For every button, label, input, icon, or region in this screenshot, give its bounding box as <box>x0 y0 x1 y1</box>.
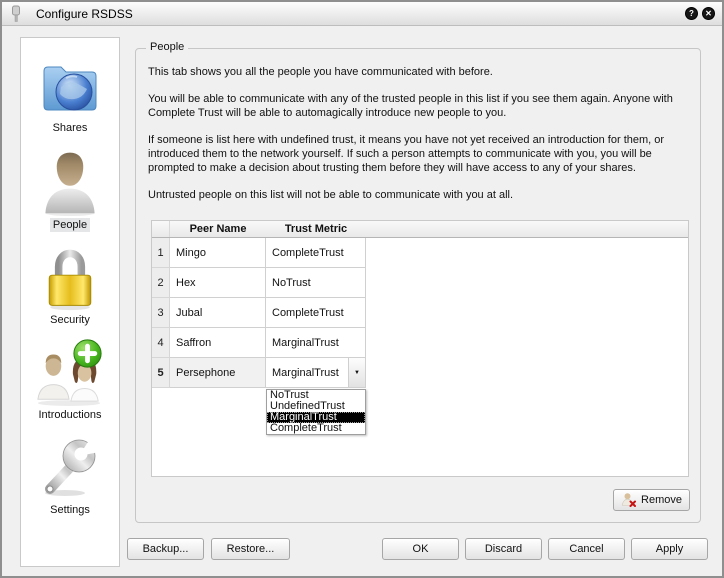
dropdown-option[interactable]: CompleteTrust <box>267 423 365 434</box>
trust-metric-cell[interactable]: MarginalTrust <box>266 328 366 358</box>
peer-name-cell[interactable]: Persephone <box>170 358 266 388</box>
window-icon <box>9 5 23 23</box>
wrench-icon <box>37 430 103 502</box>
sidebar-item-security[interactable]: Security <box>38 244 102 327</box>
remove-button-label: Remove <box>641 494 682 506</box>
sidebar-item-introductions[interactable]: Introductions <box>31 337 109 422</box>
trust-metric-cell[interactable]: CompleteTrust <box>266 298 366 328</box>
table-row[interactable]: 1 Mingo CompleteTrust <box>152 238 688 268</box>
peers-table[interactable]: Peer Name Trust Metric 1 Mingo CompleteT… <box>151 220 689 477</box>
sidebar-item-people[interactable]: People <box>37 147 103 232</box>
paragraph: This tab shows you all the people you ha… <box>148 65 686 79</box>
table-row[interactable]: 3 Jubal CompleteTrust <box>152 298 688 328</box>
groupbox-title: People <box>146 41 188 53</box>
column-header-peer-name[interactable]: Peer Name <box>170 221 266 237</box>
introduce-people-icon <box>31 337 109 407</box>
backup-button[interactable]: Backup... <box>127 538 204 560</box>
discard-button[interactable]: Discard <box>465 538 542 560</box>
category-sidebar: Shares People <box>20 37 120 567</box>
trust-metric-editor-cell: MarginalTrust ▼ <box>266 358 366 388</box>
sidebar-item-settings[interactable]: Settings <box>37 430 103 517</box>
table-row-selected[interactable]: 5 Persephone MarginalTrust ▼ <box>152 358 688 388</box>
combobox-value[interactable]: MarginalTrust <box>266 358 348 387</box>
peer-name-cell[interactable]: Mingo <box>170 238 266 268</box>
trust-metric-combobox[interactable]: MarginalTrust ▼ <box>266 358 365 387</box>
trust-metric-dropdown-list: NoTrust UndefinedTrust MarginalTrust Com… <box>266 389 366 435</box>
sidebar-item-label: Security <box>47 313 93 327</box>
trust-metric-cell[interactable]: NoTrust <box>266 268 366 298</box>
column-header-trust-metric[interactable]: Trust Metric <box>266 221 366 237</box>
ok-button[interactable]: OK <box>382 538 459 560</box>
people-groupbox: People This tab shows you all the people… <box>135 48 701 523</box>
configure-rsdss-window: Configure RSDSS ? ✕ <box>0 0 724 578</box>
close-button[interactable]: ✕ <box>702 7 715 20</box>
restore-button[interactable]: Restore... <box>211 538 290 560</box>
peer-name-cell[interactable]: Hex <box>170 268 266 298</box>
description-text: This tab shows you all the people you ha… <box>148 65 686 215</box>
peer-name-cell[interactable]: Saffron <box>170 328 266 358</box>
paragraph: You will be able to communicate with any… <box>148 92 686 120</box>
trust-metric-cell[interactable]: CompleteTrust <box>266 238 366 268</box>
peer-name-cell[interactable]: Jubal <box>170 298 266 328</box>
sidebar-item-label: Shares <box>50 121 91 135</box>
row-number[interactable]: 1 <box>152 238 170 268</box>
row-number[interactable]: 5 <box>152 358 170 388</box>
sidebar-item-label: Settings <box>47 503 93 517</box>
combobox-dropdown-button[interactable]: ▼ <box>348 358 365 387</box>
paragraph: If someone is list here with undefined t… <box>148 133 686 175</box>
table-header: Peer Name Trust Metric <box>152 221 688 238</box>
window-title: Configure RSDSS <box>36 7 133 21</box>
table-row[interactable]: 2 Hex NoTrust <box>152 268 688 298</box>
row-number[interactable]: 4 <box>152 328 170 358</box>
table-row[interactable]: 4 Saffron MarginalTrust <box>152 328 688 358</box>
help-button[interactable]: ? <box>685 7 698 20</box>
remove-person-icon <box>621 492 637 508</box>
header-corner <box>152 221 170 237</box>
cancel-button[interactable]: Cancel <box>548 538 625 560</box>
padlock-icon <box>38 244 102 312</box>
sidebar-item-shares[interactable]: Shares <box>37 54 103 135</box>
apply-button[interactable]: Apply <box>631 538 708 560</box>
row-number[interactable]: 3 <box>152 298 170 328</box>
paragraph: Untrusted people on this list will not b… <box>148 188 686 202</box>
title-bar[interactable]: Configure RSDSS ? ✕ <box>2 2 722 26</box>
row-number[interactable]: 2 <box>152 268 170 298</box>
sidebar-item-label: People <box>50 218 90 232</box>
sidebar-item-label: Introductions <box>36 408 105 422</box>
chevron-down-icon: ▼ <box>354 370 360 376</box>
person-icon <box>37 147 103 217</box>
shares-folder-globe-icon <box>37 54 103 120</box>
remove-button[interactable]: Remove <box>613 489 690 511</box>
